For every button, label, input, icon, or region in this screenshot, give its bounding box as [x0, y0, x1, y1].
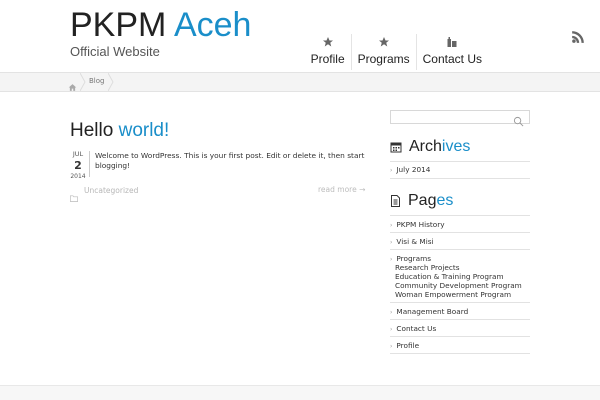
divider	[390, 302, 530, 303]
calendar-icon	[390, 138, 402, 157]
home-icon[interactable]	[68, 77, 78, 91]
archive-item[interactable]: › July 2014	[390, 165, 430, 174]
nav-label: Profile	[310, 52, 345, 66]
divider	[390, 178, 530, 179]
page-item-pkpm-history[interactable]: › PKPM History	[390, 220, 445, 229]
search-input[interactable]	[391, 111, 509, 123]
search-box	[390, 110, 530, 127]
breadcrumb-separator	[107, 72, 114, 92]
main-nav: Profile Programs Contact Us	[305, 34, 488, 70]
archives-title-accent: ives	[441, 138, 471, 155]
nav-item-programs[interactable]: Programs	[350, 34, 416, 70]
folder-icon	[70, 187, 78, 202]
star-icon	[322, 35, 334, 49]
rss-icon[interactable]	[571, 29, 585, 43]
page-item-label: Contact Us	[396, 324, 437, 333]
page-item-label: PKPM History	[396, 220, 445, 229]
chevron-right-icon: ›	[390, 256, 393, 263]
page-item-contact-us[interactable]: › Contact Us	[390, 324, 436, 333]
page-item-label: Management Board	[396, 307, 469, 316]
page-item-label: Profile	[396, 341, 420, 350]
divider	[390, 215, 530, 216]
post-title-accent: world!	[118, 120, 170, 141]
page-item-label: Programs	[396, 254, 431, 263]
read-more-link[interactable]: read more →	[318, 185, 365, 194]
document-icon	[390, 192, 401, 211]
divider	[390, 232, 530, 233]
site-title[interactable]: PKPM Aceh	[70, 4, 251, 46]
archive-item-label: July 2014	[396, 165, 431, 174]
chevron-right-icon: ›	[390, 167, 393, 174]
pages-widget-title: Pages	[390, 190, 453, 212]
page-subitem-research-projects[interactable]: Research Projects	[395, 263, 460, 272]
post-date: JUL 2 2014	[67, 150, 89, 181]
post-category-link[interactable]: Uncategorized	[84, 186, 138, 195]
page-subitem-community-development[interactable]: Community Development Program	[395, 281, 522, 290]
building-icon	[446, 35, 458, 49]
page-item-label: Visi & Misi	[396, 237, 434, 246]
nav-label: Programs	[357, 52, 410, 66]
chevron-right-icon: ›	[390, 239, 393, 246]
nav-label: Contact Us	[422, 52, 482, 66]
page-subitem-education-training[interactable]: Education & Training Program	[395, 272, 504, 281]
site-title-main: PKPM	[70, 6, 167, 44]
search-icon[interactable]	[513, 112, 524, 127]
page-item-visi-misi[interactable]: › Visi & Misi	[390, 237, 434, 246]
archives-title-main: Arch	[409, 138, 442, 155]
chevron-right-icon: ›	[390, 222, 393, 229]
page-item-management-board[interactable]: › Management Board	[390, 307, 468, 316]
site-tagline: Official Website	[70, 44, 160, 59]
chevron-right-icon: ›	[390, 309, 393, 316]
breadcrumb-separator	[79, 72, 86, 92]
page-item-profile[interactable]: › Profile	[390, 341, 419, 350]
divider	[390, 336, 530, 337]
breadcrumb: Blog	[0, 72, 600, 92]
chevron-right-icon: ›	[390, 326, 393, 333]
divider	[390, 319, 530, 320]
post-title[interactable]: Hello world!	[70, 120, 169, 142]
divider	[390, 249, 530, 250]
footer	[0, 385, 600, 400]
nav-item-profile[interactable]: Profile	[305, 34, 351, 70]
divider	[390, 161, 530, 162]
nav-item-contact-us[interactable]: Contact Us	[415, 34, 488, 70]
chevron-right-icon: ›	[390, 343, 393, 350]
site-title-accent: Aceh	[173, 6, 252, 44]
star-icon	[378, 35, 390, 49]
date-divider	[89, 151, 90, 177]
page-item-programs[interactable]: › Programs	[390, 254, 431, 263]
pages-title-accent: es	[436, 192, 454, 209]
post-date-day: 2	[74, 159, 82, 172]
post-date-year: 2014	[70, 173, 86, 180]
divider	[390, 353, 530, 354]
post-title-main: Hello	[70, 120, 114, 141]
page-subitem-woman-empowerment[interactable]: Woman Empowerment Program	[395, 290, 511, 299]
post-excerpt: Welcome to WordPress. This is your first…	[95, 151, 365, 170]
post-date-month: JUL	[72, 150, 84, 158]
archives-widget-title: Archives	[390, 136, 470, 158]
breadcrumb-item-blog[interactable]: Blog	[89, 77, 104, 85]
pages-title-main: Pag	[408, 192, 437, 209]
